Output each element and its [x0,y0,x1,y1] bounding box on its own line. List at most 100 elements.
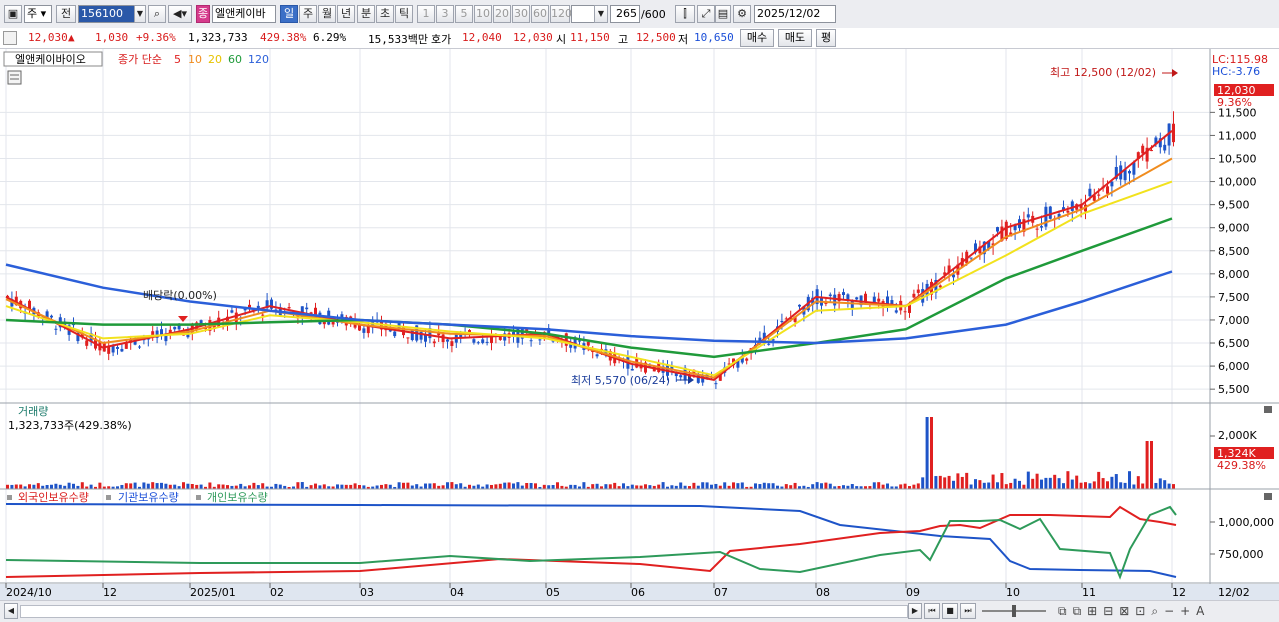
number-3-button[interactable]: 3 [436,5,454,23]
candle-body [842,292,845,296]
volume-bar [542,484,546,489]
candle-body [261,314,265,316]
date-input[interactable]: 2025/12/02 [754,5,836,23]
candle-icon[interactable]: ⫿ [675,5,695,23]
period-6-button[interactable]: 틱 [395,5,413,23]
volume-bar [877,482,881,489]
table-icon[interactable] [7,70,22,85]
zoom-slider-handle[interactable] [1012,605,1016,617]
number-30-button[interactable]: 30 [512,5,530,23]
quote-vol-ratio: 429.38% [260,31,307,44]
x-label-1: 12 [103,586,117,599]
code-dropdown-icon[interactable]: ▼ [134,5,146,23]
period-2-button[interactable]: 월 [318,5,336,23]
candle-body [173,326,177,330]
number-10-button[interactable]: 10 [474,5,492,23]
candle-body [50,315,53,318]
volume-bar [982,482,986,489]
number-120-button[interactable]: 120 [550,5,572,23]
volume-bar [349,484,353,489]
period-5-button[interactable]: 초 [376,5,394,23]
volume-bar [142,482,146,489]
volume-bar [1114,474,1118,489]
bottom-tool-icons[interactable]: ⧉⧉⊞⊟⊠⊡⌕−+A [1058,604,1210,619]
scrollbar-track[interactable] [20,605,908,618]
search-icon[interactable]: ⌕ [148,5,166,23]
number-5-button[interactable]: 5 [455,5,473,23]
volume-bar [6,484,9,489]
stock-name-field[interactable]: 엘앤케이바 [212,5,276,23]
buy-button[interactable]: 매수 [740,29,774,47]
sell-button[interactable]: 매도 [778,29,812,47]
quote-toggle-icon[interactable] [3,31,17,45]
number-60-button[interactable]: 60 [531,5,549,23]
volume-bar [960,476,964,489]
volume-bar [1141,483,1145,489]
candle-body [969,257,973,259]
eval-button[interactable]: 평 [816,29,836,47]
volume-bar [168,484,172,489]
period-1-button[interactable]: 주 [299,5,317,23]
volume-bar [428,483,432,489]
scroll-right-icon[interactable]: ▶ [908,603,922,619]
volume-bar [133,482,137,489]
candle-body [111,345,115,353]
quote-amount: 15,533백만 [368,33,428,46]
candle-body [586,341,590,346]
stop-icon[interactable]: ■ [942,603,958,619]
number-1-button[interactable]: 1 [417,5,435,23]
period-4-button[interactable]: 분 [357,5,375,23]
chart-area[interactable]: 엘앤케이바이오 종가 단순 5 10 20 60 120 LC:115.98 H… [0,49,1279,600]
holding-panel-close-icon[interactable] [1264,493,1272,500]
volume-bar [534,483,537,489]
y-tick-8: 7,500 [1218,291,1250,304]
tool-icon[interactable]: ⤢ [697,5,715,23]
quote-arrow: ▲ [68,31,75,44]
volume-bar [639,485,643,489]
x-label-5: 04 [450,586,464,599]
y-tick-5: 9,000 [1218,222,1250,235]
candle-body [234,312,238,323]
volume-title: 거래량 [18,405,48,418]
period-3-button[interactable]: 년 [337,5,355,23]
interval-dropdown-icon[interactable]: ▼ [594,5,608,23]
scroll-left-icon[interactable]: ◀ [4,603,18,619]
last-icon[interactable]: ⏭ [960,603,976,619]
period-0-button[interactable]: 일 [280,5,298,23]
number-20-button[interactable]: 20 [493,5,511,23]
stock-title: 엘앤케이바이오 [15,53,86,66]
volume-bar [36,483,40,489]
candle-body [828,294,832,296]
code-input-value: 156100 [81,7,123,20]
volume-bar [1075,475,1079,489]
volume-bar [762,482,766,489]
prev-button[interactable]: 전 [56,5,76,23]
volume-bar [512,483,515,489]
save-icon[interactable]: ▤ [715,5,731,23]
gear-icon[interactable]: ⚙ [733,5,751,23]
volume-bar [591,484,595,489]
candle-body [1172,123,1175,143]
volume-bar [1136,476,1140,489]
candle-body [358,324,361,331]
volume-bar [850,484,854,489]
count-input[interactable]: 265 [610,5,640,23]
volume-bar [899,484,903,489]
volume-bar [459,483,463,489]
candle-body [1035,228,1039,230]
candle-body [903,311,907,313]
mode-select[interactable]: 주 ▾ [24,5,52,23]
candle-body [1048,206,1052,219]
first-icon[interactable]: ⏮ [924,603,940,619]
candle-body [1066,210,1070,213]
volume-bar [397,482,401,489]
volume-bar [529,482,533,489]
volume-bar [679,482,683,489]
candle-body [1141,145,1145,154]
volume-bar [520,485,524,489]
volume-panel-close-icon[interactable] [1264,406,1272,413]
volume-bar [318,485,322,489]
speaker-icon[interactable]: ◀▾ [168,5,192,23]
window-menu-icon[interactable]: ▣ [4,5,22,23]
holding-tick-2: 750,000 [1218,548,1264,561]
